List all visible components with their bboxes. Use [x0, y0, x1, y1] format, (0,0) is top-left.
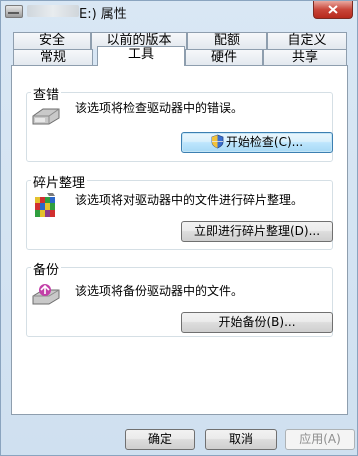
tab-security[interactable]: 安全: [13, 32, 91, 49]
defrag-now-button[interactable]: 立即进行碎片整理(D)...: [181, 221, 333, 242]
window-title: E:) 属性: [79, 7, 127, 22]
cancel-button[interactable]: 取消: [205, 429, 277, 450]
defrag-description: 该选项将对驱动器中的文件进行碎片整理。: [75, 193, 304, 207]
error-check-description: 该选项将检查驱动器中的错误。: [75, 101, 244, 115]
defrag-icon: [33, 191, 59, 222]
apply-button[interactable]: 应用(A): [285, 429, 355, 450]
ok-button[interactable]: 确定: [125, 429, 195, 450]
backup-icon: [31, 282, 61, 309]
tab-customize[interactable]: 自定义: [267, 32, 347, 49]
start-backup-button[interactable]: 开始备份(B)...: [181, 312, 333, 333]
tab-hardware[interactable]: 硬件: [185, 49, 263, 66]
start-check-button[interactable]: 开始检查(C)...: [181, 132, 333, 153]
close-icon: [328, 5, 338, 14]
tab-tools[interactable]: 工具: [97, 46, 185, 66]
backup-description: 该选项将备份驱动器中的文件。: [75, 284, 244, 298]
drive-icon: [31, 106, 61, 129]
tab-quota[interactable]: 配额: [187, 32, 267, 49]
properties-dialog: E:) 属性 安全 以前的版本 配额 自定义 常规 工具 硬件 共享 查错 该选…: [0, 0, 358, 456]
drive-icon: [5, 5, 23, 18]
defrag-title: 碎片整理: [31, 172, 88, 191]
title-blurred-name: [27, 5, 79, 17]
tab-sharing[interactable]: 共享: [263, 49, 347, 66]
backup-title: 备份: [31, 259, 62, 278]
title-bar[interactable]: E:) 属性: [1, 1, 357, 25]
tab-general[interactable]: 常规: [13, 49, 93, 66]
start-check-label: 开始检查(C)...: [225, 135, 304, 149]
close-button[interactable]: [313, 1, 353, 19]
uac-shield-icon: [211, 134, 224, 155]
error-check-title: 查错: [31, 84, 62, 103]
